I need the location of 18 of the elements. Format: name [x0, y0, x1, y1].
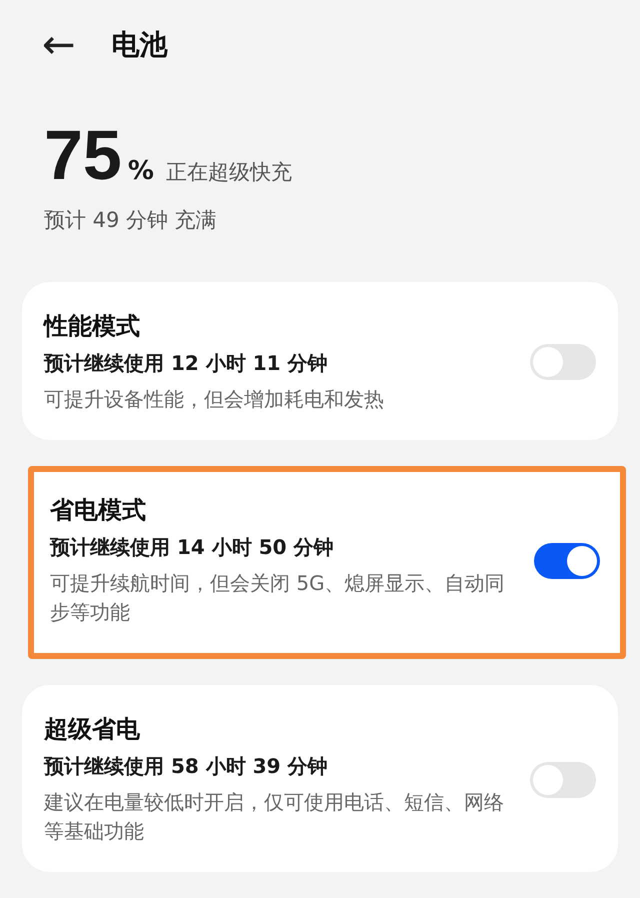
toggle-switch[interactable] — [534, 542, 600, 578]
mode-description: 可提升设备性能，但会增加耗电和发热 — [44, 386, 385, 413]
usage-estimate: 预计继续使用 14 小时 50 分钟 — [50, 534, 335, 561]
mode-title: 性能模式 — [44, 311, 141, 342]
charging-status: 正在超级快充 — [166, 159, 292, 186]
percent-sign: % — [128, 156, 154, 186]
toggle-switch[interactable] — [530, 344, 596, 380]
toggle-switch[interactable] — [530, 762, 596, 798]
charge-estimate: 预计 49 分钟 充满 — [44, 207, 218, 234]
usage-estimate: 预计继续使用 58 小时 39 分钟 — [44, 753, 329, 780]
usage-estimate: 预计继续使用 12 小时 11 分钟 — [44, 350, 329, 377]
page-title: 电池 — [112, 27, 168, 63]
back-button[interactable]: ← — [42, 25, 76, 65]
mode-description: 建议在电量较低时开启，仅可使用电话、短信、网络等基础功能 — [44, 789, 505, 845]
mode-title: 省电模式 — [50, 495, 147, 526]
mode-title: 超级省电 — [44, 714, 141, 745]
mode-description: 可提升续航时间，但会关闭 5G、熄屏显示、自动同步等功能 — [50, 570, 506, 626]
battery-percentage: 75 — [44, 120, 122, 190]
